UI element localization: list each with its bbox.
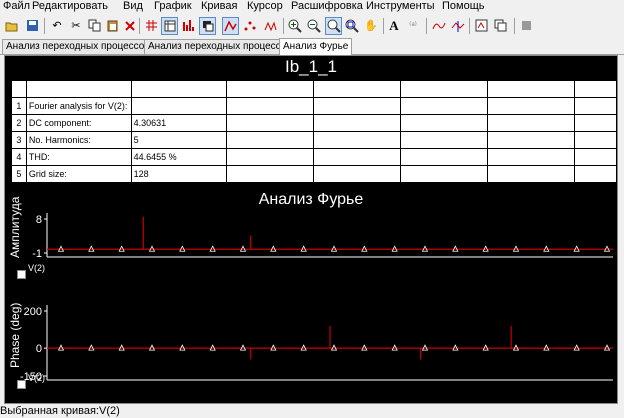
legend-label-amplitude: V(2) — [28, 263, 46, 273]
tab-fourier[interactable]: Анализ Фурье — [279, 38, 353, 55]
save-icon[interactable] — [24, 17, 40, 34]
legend-checkbox-amplitude[interactable] — [17, 270, 26, 279]
toolbar-separator — [139, 18, 140, 34]
toolbar-separator — [44, 18, 45, 34]
table-icon[interactable] — [161, 17, 178, 35]
cursor-icon[interactable] — [450, 17, 466, 34]
toolbar-separator — [283, 18, 284, 34]
peaks-icon[interactable] — [262, 17, 278, 34]
export-icon[interactable] — [473, 17, 489, 34]
menu-bar: Файл Редактировать Вид График Кривая Кур… — [0, 0, 624, 15]
zoom-out-icon[interactable] — [306, 17, 322, 34]
legend-label-phase: V(2) — [28, 373, 46, 383]
cut-icon[interactable]: ✂ — [68, 17, 84, 34]
menu-graph[interactable]: График — [154, 0, 192, 12]
y-tick-label: 200 — [24, 306, 42, 318]
pan-hand-icon[interactable]: ✋ — [363, 17, 379, 34]
toolbar-separator — [426, 18, 427, 34]
menu-decode[interactable]: Расшифровка — [291, 0, 363, 12]
toolbar-separator — [383, 18, 384, 34]
menu-view[interactable]: Вид — [123, 0, 143, 12]
toolbar-separator — [514, 18, 515, 34]
line-icon[interactable] — [222, 17, 239, 35]
undo-icon[interactable]: ↶ — [49, 17, 65, 34]
grid-icon[interactable] — [143, 17, 159, 34]
text-icon[interactable]: A — [386, 17, 402, 34]
zoom-area-icon[interactable] — [325, 17, 342, 35]
y-tick-label: 0 — [36, 343, 42, 355]
tab-bar: Анализ переходных процессов Анализ перех… — [0, 38, 624, 55]
zoom-in-icon[interactable] — [287, 17, 303, 34]
legend-checkbox-phase[interactable] — [17, 380, 26, 389]
copy-plot-icon[interactable] — [492, 17, 508, 34]
plot-area: Ib_1_1 1 Fourier analysis for V(2): 2 DC co… — [4, 55, 618, 404]
tab-transient-1[interactable]: Анализ переходных процессов — [2, 39, 154, 54]
tab-transient-2[interactable]: Анализ переходных процессов — [144, 39, 296, 54]
window-icon[interactable] — [199, 17, 216, 35]
delete-icon[interactable] — [122, 17, 138, 34]
copy-icon[interactable] — [86, 17, 102, 34]
curve-fit-icon[interactable] — [431, 17, 447, 34]
menu-curve[interactable]: Кривая — [201, 0, 237, 12]
bar-chart-icon[interactable] — [180, 17, 196, 34]
open-icon[interactable] — [4, 17, 20, 34]
menu-edit[interactable]: Редактировать — [32, 0, 108, 12]
paste-icon[interactable] — [104, 17, 120, 34]
status-bar: Выбранная кривая:V(2) — [0, 405, 624, 418]
label-icon[interactable]: ⁽ᵃ⁾ — [405, 17, 421, 34]
y-tick-label: -1 — [32, 248, 42, 260]
y-tick-label: 8 — [36, 214, 42, 226]
menu-file[interactable]: Файл — [3, 0, 30, 12]
zoom-fit-icon[interactable] — [344, 17, 360, 34]
phase-chart: 2000-150 — [20, 305, 613, 383]
menu-help[interactable]: Помощь — [442, 0, 485, 12]
fourier-chart[interactable]: 8-1 2000-150 — [5, 56, 617, 403]
menu-cursor[interactable]: Курсор — [247, 0, 283, 12]
toolbar: ↶ ✂ ✋ A ⁽ᵃ⁾ — [0, 15, 624, 38]
menu-tools[interactable]: Инструменты — [366, 0, 435, 12]
points-icon[interactable] — [242, 17, 258, 34]
stop-icon[interactable] — [518, 17, 534, 34]
toolbar-separator — [469, 18, 470, 34]
amplitude-chart: 8 -1 — [32, 213, 613, 260]
